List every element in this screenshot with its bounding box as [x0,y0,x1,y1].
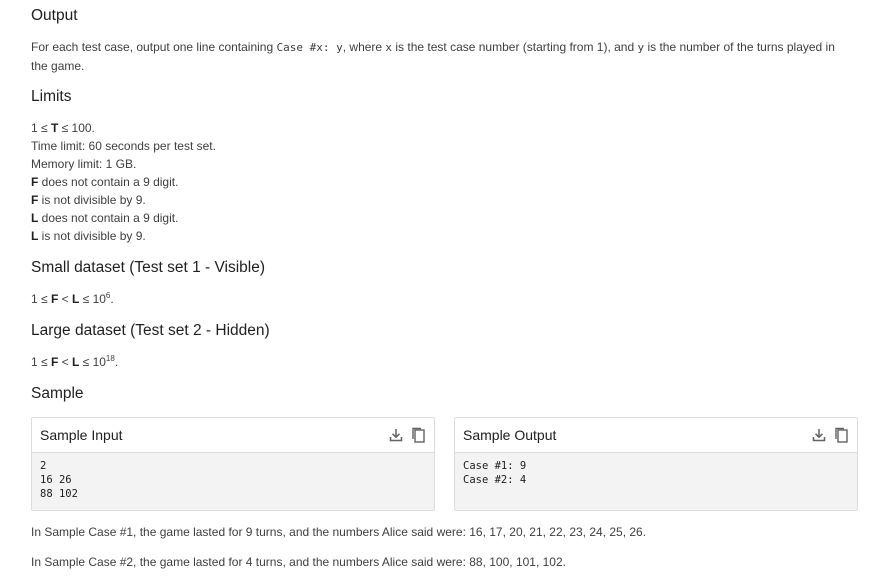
sample-input-box: Sample Input 2 16 26 88 102 [31,417,435,511]
output-text: is the test case number (starting from 1… [392,40,638,54]
sample-input-header: Sample Input [32,418,434,453]
copy-icon[interactable] [833,427,849,443]
limit-time: Time limit: 60 seconds per test set. [31,139,216,153]
limit-text: does not contain a 9 digit. [38,211,179,225]
large-dataset-constraint: 1 ≤ F < L ≤ 1018. [31,353,118,371]
constraint-text: 1 ≤ [31,292,51,306]
constraint-text: . [114,355,119,369]
constraint-text: < [58,292,72,306]
sample-case-1-explanation: In Sample Case #1, the game lasted for 9… [31,525,647,539]
download-icon[interactable] [811,427,827,443]
sample-output-line: Case #1: 9 [463,460,527,472]
large-dataset-heading: Large dataset (Test set 2 - Hidden) [31,322,270,339]
limit-text: ≤ 100. [58,121,95,135]
sample-heading: Sample [31,385,84,402]
sample-output-content[interactable]: Case #1: 9 Case #2: 4 [455,453,857,510]
limit-item: F does not contain a 9 digit. [31,173,216,191]
sample-output-header: Sample Output [455,418,857,453]
limit-memory: Memory limit: 1 GB. [31,157,137,171]
sample-input-title: Sample Input [40,427,123,443]
output-heading: Output [31,7,78,24]
constraint-text: ≤ 10 [79,292,106,306]
limit-text: 1 ≤ [31,121,51,135]
sample-input-line: 88 102 [40,488,78,500]
copy-icon[interactable] [410,427,426,443]
constraint-text: < [58,355,72,369]
limits-list: 1 ≤ T ≤ 100. Time limit: 60 seconds per … [31,119,216,245]
limit-text: is not divisible by 9. [38,193,146,207]
limits-heading: Limits [31,88,72,105]
limit-text: is not divisible by 9. [38,229,146,243]
sample-input-line: 16 26 [40,474,72,486]
limit-text: does not contain a 9 digit. [38,175,179,189]
output-description: For each test case, output one line cont… [31,38,851,75]
constraint-text: 1 ≤ [31,355,51,369]
download-icon[interactable] [388,427,404,443]
limit-item: L does not contain a 9 digit. [31,209,216,227]
output-text: For each test case, output one line cont… [31,40,277,54]
output-text: , where [342,40,386,54]
sample-input-actions [388,427,426,443]
sample-output-title: Sample Output [463,427,557,443]
limit-item: L is not divisible by 9. [31,227,216,245]
limit-item: F is not divisible by 9. [31,191,216,209]
sample-input-line: 2 [40,460,47,472]
sample-input-content[interactable]: 2 16 26 88 102 [32,453,434,510]
constraint-text: . [110,292,114,306]
sample-case-2-explanation: In Sample Case #2, the game lasted for 4… [31,555,566,569]
limit-t: 1 ≤ T ≤ 100. [31,119,216,137]
exponent: 18 [105,354,115,363]
output-format-code: Case #x: y [276,41,343,54]
small-dataset-heading: Small dataset (Test set 1 - Visible) [31,259,266,276]
sample-output-box: Sample Output Case #1: 9 Case #2: 4 [454,417,858,511]
sample-output-line: Case #2: 4 [463,474,527,486]
small-dataset-constraint: 1 ≤ F < L ≤ 106. [31,290,114,308]
constraint-text: ≤ 10 [79,355,106,369]
sample-output-actions [811,427,849,443]
